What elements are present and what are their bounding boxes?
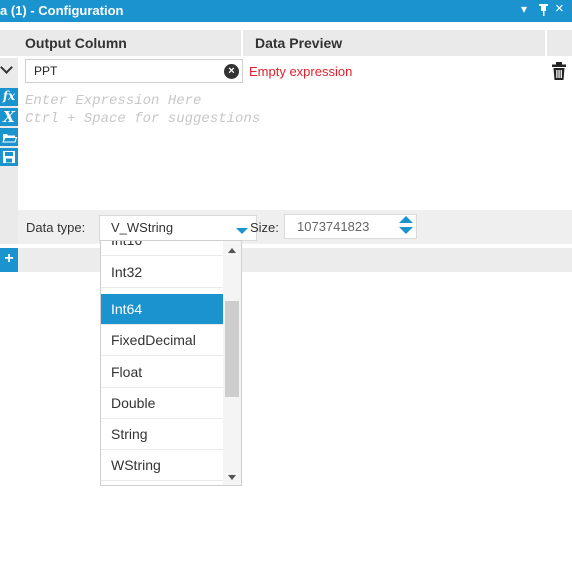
option-fixeddecimal[interactable]: FixedDecimal (101, 325, 223, 356)
clear-icon[interactable]: × (224, 64, 239, 79)
option-int16[interactable]: Int16 (101, 241, 223, 256)
size-value: 1073741823 (297, 219, 370, 234)
option-string[interactable]: String (101, 419, 223, 450)
output-column-header[interactable]: Output Column (25, 30, 127, 56)
column-header-row: Output Column Data Preview (0, 30, 572, 56)
output-column-value: PPT (34, 64, 58, 78)
placeholder-line-2: Ctrl + Space for suggestions (25, 111, 261, 127)
data-type-dropdown-list[interactable]: Int16 Int32 Int64 FixedDecimal Float Dou… (100, 240, 242, 486)
data-type-select[interactable]: V_WString (99, 215, 257, 241)
chevron-down-icon (0, 61, 13, 74)
data-preview-header[interactable]: Data Preview (255, 30, 342, 56)
data-type-bar: Data type: V_WString Size: 1073741823 (18, 210, 572, 244)
output-column-field[interactable]: PPT × (25, 59, 243, 83)
save-icon[interactable] (0, 148, 18, 166)
add-expression-button[interactable]: + (0, 248, 18, 272)
variable-icon[interactable]: X (0, 108, 18, 126)
option-int64[interactable]: Int64 (101, 294, 223, 325)
size-stepper[interactable] (399, 216, 413, 238)
collapse-row-button[interactable] (0, 58, 18, 84)
size-label: Size: (250, 220, 279, 235)
data-type-value: V_WString (111, 220, 174, 235)
decrement-icon[interactable] (399, 227, 413, 234)
option-wstring[interactable]: WString (101, 450, 223, 481)
option-int32[interactable]: Int32 (101, 257, 223, 288)
column-divider[interactable] (241, 30, 243, 56)
close-icon[interactable]: × (555, 0, 564, 17)
data-preview-text: Empty expression (249, 64, 353, 79)
dropdown-menu-icon[interactable]: ▾ (521, 2, 527, 16)
placeholder-line-1: Enter Expression Here (25, 93, 202, 109)
increment-icon[interactable] (399, 216, 413, 223)
window-title: a (1) - Configuration (0, 3, 124, 18)
option-float[interactable]: Float (101, 357, 223, 388)
trash-icon[interactable] (550, 61, 568, 81)
data-type-label: Data type: (26, 220, 86, 235)
title-bar: a (1) - Configuration ▾ × (0, 0, 572, 22)
dropdown-arrow-icon[interactable] (236, 228, 248, 234)
open-folder-icon[interactable] (0, 128, 18, 146)
expression-row[interactable]: PPT × Empty expression (0, 58, 572, 84)
scroll-up-icon[interactable] (228, 248, 236, 253)
expression-toolbar: fx X (0, 84, 18, 244)
scrollbar-thumb[interactable] (225, 301, 239, 397)
pin-icon[interactable] (538, 2, 549, 16)
option-double[interactable]: Double (101, 388, 223, 419)
add-row-bar: + (0, 248, 572, 272)
fx-icon[interactable]: fx (0, 88, 18, 106)
scroll-down-icon[interactable] (228, 475, 236, 480)
column-divider[interactable] (545, 30, 547, 56)
expression-editor[interactable]: Enter Expression Here Ctrl + Space for s… (25, 92, 260, 128)
dropdown-scrollbar[interactable] (223, 241, 241, 485)
size-input[interactable]: 1073741823 (284, 214, 417, 239)
